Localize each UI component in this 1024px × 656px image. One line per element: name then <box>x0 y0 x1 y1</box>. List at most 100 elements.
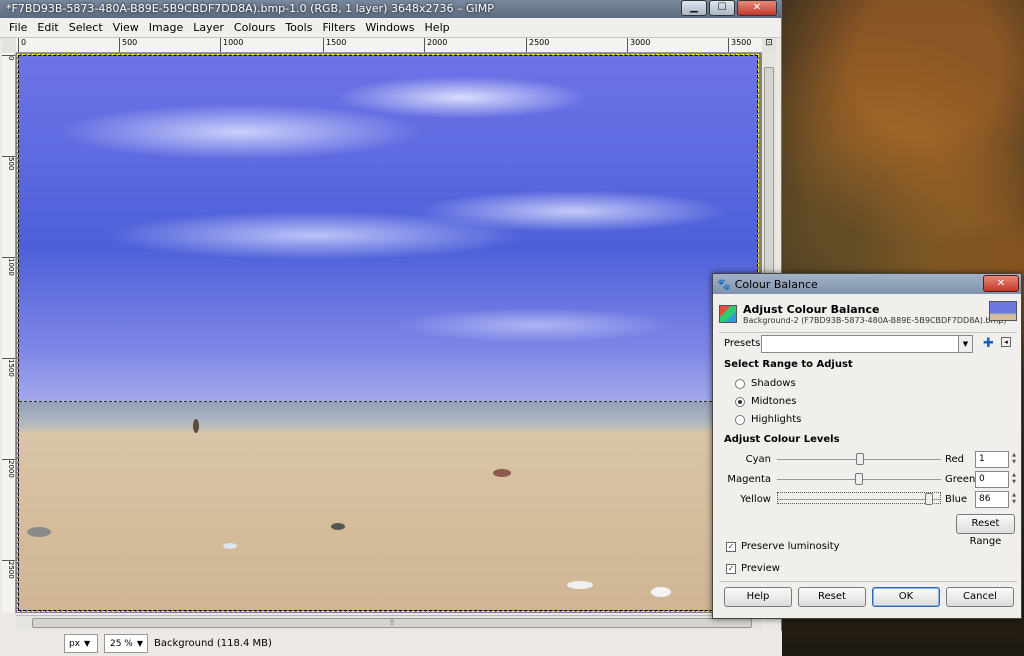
zoom-fit-icon[interactable]: ⊡ <box>762 38 776 53</box>
preview-checkbox[interactable]: ✓ Preview <box>726 563 780 574</box>
ok-button[interactable]: OK <box>872 587 940 607</box>
gimp-icon: 🐾 <box>717 277 731 291</box>
ruler-tick: 3500 <box>728 38 751 52</box>
radio-midtones[interactable]: Midtones <box>735 396 797 407</box>
menu-filters[interactable]: Filters <box>317 21 360 34</box>
reset-button[interactable]: Reset <box>798 587 866 607</box>
menu-image[interactable]: Image <box>144 21 188 34</box>
window-title: *F7BD93B-5873-480A-B89E-5B9CBDF7DD8A).bm… <box>6 2 494 15</box>
blue-spinbutton[interactable]: 86 ▲ ▼ <box>975 491 1016 508</box>
range-heading: Select Range to Adjust <box>724 359 853 370</box>
cancel-button[interactable]: Cancel <box>946 587 1014 607</box>
menu-bar: File Edit Select View Image Layer Colour… <box>0 18 781 38</box>
rock <box>567 581 593 589</box>
rock <box>27 527 51 537</box>
help-button[interactable]: Help <box>724 587 792 607</box>
slider-left-label: Yellow <box>740 494 771 505</box>
dialog-title: Colour Balance <box>734 277 818 291</box>
ruler-tick: 2000 <box>424 38 447 52</box>
colour-balance-icon <box>719 305 737 323</box>
ruler-tick: 500 <box>119 38 137 52</box>
sky-region <box>19 56 757 401</box>
rock <box>651 587 671 597</box>
horizontal-ruler[interactable]: 0 500 1000 1500 2000 2500 3000 3500 <box>16 38 762 53</box>
ruler-tick: 2500 <box>526 38 549 52</box>
spin-arrows-icon[interactable]: ▲ ▼ <box>1010 452 1018 467</box>
menu-edit[interactable]: Edit <box>32 21 63 34</box>
slider-right-label: Blue <box>945 494 968 505</box>
chevron-down-icon: ▼ <box>136 639 143 648</box>
beach-image[interactable] <box>17 54 759 612</box>
ruler-tick: 2000 <box>2 459 15 478</box>
presets-label: Presets: <box>724 338 764 349</box>
spin-value: 86 <box>979 494 991 504</box>
dialog-heading: Adjust Colour Balance <box>743 303 880 316</box>
close-button[interactable]: ✕ <box>737 0 777 16</box>
ruler-tick: 500 <box>2 156 15 170</box>
ruler-tick: 1000 <box>2 257 15 276</box>
radio-highlights[interactable]: Highlights <box>735 414 801 425</box>
preset-menu-icon[interactable]: ◂ <box>1001 337 1011 347</box>
menu-colours[interactable]: Colours <box>229 21 280 34</box>
green-spinbutton[interactable]: 0 ▲ ▼ <box>975 471 1016 488</box>
ruler-tick: 2500 <box>2 560 15 579</box>
slider-track <box>778 499 940 500</box>
radio-shadows[interactable]: Shadows <box>735 378 796 389</box>
unit-selector[interactable]: px ▼ <box>64 634 98 653</box>
radio-label: Midtones <box>751 396 797 407</box>
cyan-red-slider[interactable] <box>777 453 941 465</box>
slider-knob[interactable] <box>855 473 863 485</box>
menu-tools[interactable]: Tools <box>280 21 317 34</box>
preserve-luminosity-checkbox[interactable]: ✓ Preserve luminosity <box>726 541 840 552</box>
slider-knob[interactable] <box>855 453 864 465</box>
maximize-button[interactable]: ☐ <box>709 0 735 16</box>
slider-knob[interactable] <box>924 493 933 505</box>
add-preset-icon[interactable]: ✚ <box>983 336 994 351</box>
menu-layer[interactable]: Layer <box>188 21 229 34</box>
dialog-titlebar[interactable]: 🐾 Colour Balance ✕ <box>713 274 1021 294</box>
slider-left-label: Cyan <box>745 454 771 465</box>
menu-windows[interactable]: Windows <box>360 21 419 34</box>
menu-help[interactable]: Help <box>420 21 455 34</box>
rock <box>223 543 237 549</box>
gimp-image-window: *F7BD93B-5873-480A-B89E-5B9CBDF7DD8A).bm… <box>0 0 782 656</box>
spin-arrows-icon[interactable]: ▲ ▼ <box>1010 472 1018 487</box>
minimize-button[interactable]: ▁ <box>681 0 707 16</box>
checkmark-icon: ✓ <box>726 541 736 552</box>
rock <box>493 469 511 477</box>
ruler-tick: 3000 <box>627 38 650 52</box>
chevron-down-icon: ▼ <box>84 639 91 648</box>
separator <box>719 332 1017 333</box>
ruler-tick: 1000 <box>220 38 243 52</box>
window-titlebar[interactable]: *F7BD93B-5873-480A-B89E-5B9CBDF7DD8A).bm… <box>0 0 781 18</box>
menu-view[interactable]: View <box>108 21 144 34</box>
yellow-blue-slider[interactable] <box>777 492 941 505</box>
ruler-corner[interactable] <box>2 38 16 53</box>
image-canvas[interactable] <box>16 53 762 613</box>
presets-dropdown[interactable]: ▼ <box>761 335 973 353</box>
layer-thumbnail <box>989 301 1017 321</box>
sand-region <box>19 419 757 610</box>
reset-range-button[interactable]: Reset Range <box>956 514 1015 547</box>
magenta-green-slider[interactable] <box>777 473 941 485</box>
scroll-thumb[interactable]: ⦙⦙ <box>32 618 752 628</box>
menu-file[interactable]: File <box>4 21 32 34</box>
spin-value: 1 <box>979 454 985 464</box>
dialog-subheading: Background-2 (F7BD93B-5873-480A-B89E-5B9… <box>743 316 1007 325</box>
checkmark-icon: ✓ <box>726 563 736 574</box>
ruler-tick: 0 <box>2 55 15 60</box>
ruler-tick: 1500 <box>2 358 15 377</box>
spin-arrows-icon[interactable]: ▲ ▼ <box>1010 492 1018 507</box>
red-spinbutton[interactable]: 1 ▲ ▼ <box>975 451 1016 468</box>
horizontal-scrollbar[interactable]: ⦙⦙ <box>16 615 762 629</box>
dialog-close-button[interactable]: ✕ <box>983 275 1019 292</box>
separator <box>719 581 1017 582</box>
slider-left-label: Magenta <box>727 474 771 485</box>
zoom-selector[interactable]: 25 % ▼ <box>104 634 148 653</box>
menu-select[interactable]: Select <box>64 21 108 34</box>
vertical-ruler[interactable]: 0 500 1000 1500 2000 2500 <box>2 53 16 613</box>
spin-value: 0 <box>979 474 985 484</box>
slider-right-label: Green <box>945 474 976 485</box>
levels-heading: Adjust Colour Levels <box>724 434 840 445</box>
colour-balance-dialog: 🐾 Colour Balance ✕ Adjust Colour Balance… <box>712 273 1022 619</box>
